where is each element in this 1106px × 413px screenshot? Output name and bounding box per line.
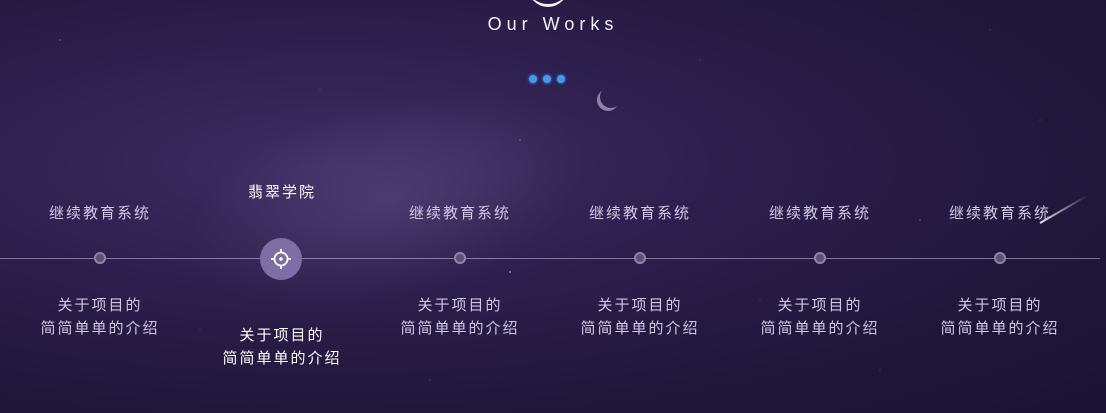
crescent-moon-icon [600, 86, 622, 108]
timeline-line [0, 258, 1100, 259]
description-line: 关于项目的 [957, 296, 1043, 314]
title-glyph-partial [528, 0, 568, 7]
project-name: 翡翠学院 [247, 183, 316, 201]
timeline-node[interactable] [814, 252, 826, 264]
project-name: 继续教育系统 [948, 204, 1051, 222]
project-description: 关于项目的 简简单单的介绍 [10, 294, 190, 340]
section-subtitle: Our Works [487, 14, 619, 34]
crosshair-icon [271, 249, 291, 269]
description-line: 关于项目的 [239, 326, 325, 344]
project-description: 关于项目的 简简单单的介绍 [370, 294, 550, 340]
project-description: 关于项目的 简简单单的介绍 [192, 324, 372, 370]
project-name: 继续教育系统 [48, 204, 151, 222]
timeline-node-active[interactable] [260, 238, 302, 280]
project-name: 继续教育系统 [408, 204, 511, 222]
pager-dot[interactable] [543, 75, 551, 83]
pager-dot[interactable] [529, 75, 537, 83]
description-line: 关于项目的 [57, 296, 143, 314]
description-line: 简简单单的介绍 [940, 319, 1060, 337]
timeline-node[interactable] [94, 252, 106, 264]
project-description: 关于项目的 简简单单的介绍 [910, 294, 1090, 340]
project-description: 关于项目的 简简单单的介绍 [550, 294, 730, 340]
description-line: 关于项目的 [597, 296, 683, 314]
project-name: 继续教育系统 [768, 204, 871, 222]
pager-dots [529, 75, 565, 83]
timeline-node[interactable] [454, 252, 466, 264]
description-line: 简简单单的介绍 [580, 319, 700, 337]
description-line: 简简单单的介绍 [400, 319, 520, 337]
timeline-node[interactable] [994, 252, 1006, 264]
timeline-node[interactable] [634, 252, 646, 264]
description-line: 简简单单的介绍 [760, 319, 880, 337]
description-line: 关于项目的 [777, 296, 863, 314]
description-line: 简简单单的介绍 [222, 349, 342, 367]
description-line: 关于项目的 [417, 296, 503, 314]
project-name: 继续教育系统 [588, 204, 691, 222]
pager-dot[interactable] [557, 75, 565, 83]
description-line: 简简单单的介绍 [40, 319, 160, 337]
project-description: 关于项目的 简简单单的介绍 [730, 294, 910, 340]
